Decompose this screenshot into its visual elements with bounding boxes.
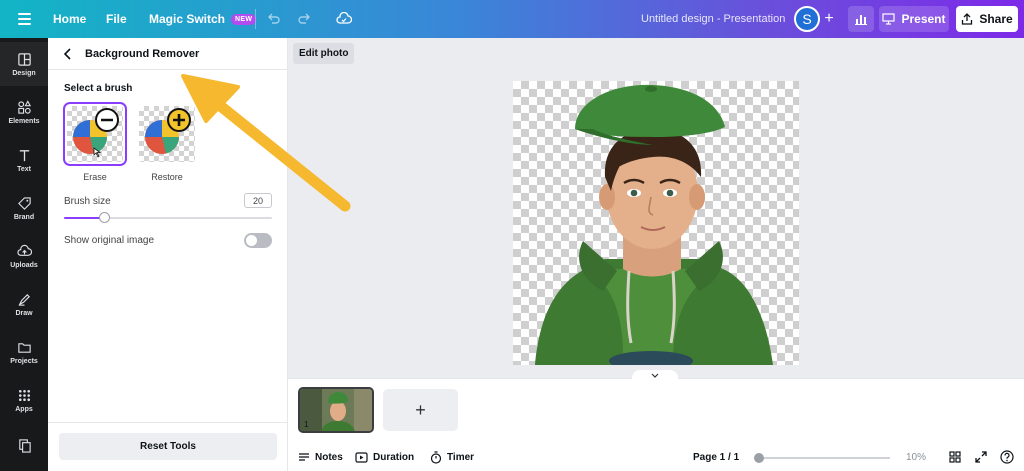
cloud-save-icon[interactable] xyxy=(335,0,353,38)
duration-button[interactable]: Duration xyxy=(355,446,414,468)
erase-label: Erase xyxy=(83,172,107,182)
chevron-down-icon xyxy=(651,373,659,378)
brush-section-label: Select a brush xyxy=(64,83,133,94)
thumbnail-image xyxy=(300,389,372,431)
redo-icon[interactable] xyxy=(296,0,312,38)
grid-view-icon[interactable] xyxy=(947,449,963,465)
file-menu[interactable]: File xyxy=(106,0,127,38)
brush-size-label: Brush size xyxy=(64,196,111,207)
present-button[interactable]: Present xyxy=(879,6,949,32)
share-icon xyxy=(962,13,973,25)
brush-size-slider[interactable] xyxy=(64,212,272,223)
panel-header: Background Remover xyxy=(48,38,288,70)
menu-icon[interactable] xyxy=(16,0,32,38)
avatar[interactable]: S xyxy=(794,6,820,32)
uploads-icon xyxy=(16,244,32,256)
boy-photo xyxy=(535,84,773,365)
rail-item-uploads[interactable]: Uploads xyxy=(0,234,48,278)
reset-tools-button[interactable]: Reset Tools xyxy=(59,433,277,460)
top-bar: Home File Magic Switch NEW Untitled desi… xyxy=(0,0,1024,38)
background-remover-panel: Background Remover Select a brush Erase … xyxy=(48,38,288,471)
zoom-slider-thumb[interactable] xyxy=(754,453,764,463)
duration-icon xyxy=(355,451,368,463)
timer-label: Timer xyxy=(447,451,475,463)
design-canvas[interactable] xyxy=(513,81,799,365)
collapse-pages-tab[interactable] xyxy=(632,370,678,380)
duration-label: Duration xyxy=(373,451,415,463)
edit-photo-button[interactable]: Edit photo xyxy=(293,43,355,64)
show-original-toggle[interactable] xyxy=(244,233,272,248)
notes-icon xyxy=(299,453,309,461)
show-original-label: Show original image xyxy=(64,235,155,246)
page-thumbnail[interactable] xyxy=(298,387,374,433)
present-label: Present xyxy=(901,12,946,26)
magic-switch-label: Magic Switch xyxy=(149,12,226,26)
add-collaborator-icon[interactable]: + xyxy=(820,9,838,29)
zoom-slider[interactable] xyxy=(754,453,890,463)
elements-icon xyxy=(17,99,31,114)
rail-item-more[interactable] xyxy=(0,430,48,460)
rail-item-draw[interactable]: Draw xyxy=(0,282,48,326)
apps-icon xyxy=(18,389,30,401)
back-icon[interactable] xyxy=(60,46,76,62)
toolbar-divider xyxy=(255,9,256,29)
slider-thumb[interactable] xyxy=(98,212,110,223)
magic-switch-menu[interactable]: Magic Switch NEW xyxy=(149,0,257,38)
add-page-button[interactable]: + xyxy=(383,389,458,431)
panel-divider xyxy=(48,422,288,423)
rail-label: Text xyxy=(17,165,31,173)
rail-label: Brand xyxy=(13,213,35,221)
page-indicator[interactable]: Page 1 / 1 xyxy=(693,446,739,468)
erase-brush-icon xyxy=(73,108,119,158)
rail-item-elements[interactable]: Elements xyxy=(0,90,48,134)
zoom-value[interactable]: 10% xyxy=(906,446,926,468)
rail-item-apps[interactable]: Apps xyxy=(0,378,48,422)
rail-label: Uploads xyxy=(10,261,38,269)
present-icon xyxy=(882,13,896,25)
timer-icon xyxy=(430,450,442,464)
fullscreen-icon[interactable] xyxy=(973,449,989,465)
toggle-knob xyxy=(246,235,257,246)
notes-button[interactable]: Notes xyxy=(298,446,343,468)
rail-label: Elements xyxy=(8,117,40,125)
erase-brush-option[interactable] xyxy=(63,102,127,166)
help-icon[interactable] xyxy=(999,449,1015,465)
restore-brush-icon xyxy=(145,108,191,154)
restore-brush-option[interactable] xyxy=(136,103,198,165)
slider-fill xyxy=(64,217,104,219)
design-icon xyxy=(17,52,31,66)
rail-label: Design xyxy=(12,69,36,77)
rail-item-text[interactable]: Text xyxy=(0,138,48,182)
rail-label: Apps xyxy=(15,405,33,413)
left-nav-rail: Design Elements Text Brand Uploads Draw … xyxy=(0,38,48,471)
panel-title: Background Remover xyxy=(85,48,200,60)
home-menu[interactable]: Home xyxy=(53,0,86,38)
projects-icon xyxy=(17,342,31,353)
notes-label: Notes xyxy=(315,451,343,463)
rail-label: Draw xyxy=(15,309,33,317)
design-title[interactable]: Untitled design - Presentation xyxy=(641,0,785,38)
draw-icon xyxy=(18,293,30,306)
rail-item-projects[interactable]: Projects xyxy=(0,330,48,374)
timer-button[interactable]: Timer xyxy=(430,446,474,468)
insights-button[interactable] xyxy=(848,6,874,32)
brand-icon xyxy=(17,196,31,210)
undo-icon[interactable] xyxy=(266,0,282,38)
rail-label: Projects xyxy=(10,357,38,365)
share-label: Share xyxy=(979,12,1013,26)
rail-item-design[interactable]: Design xyxy=(0,42,48,86)
restore-label: Restore xyxy=(151,172,183,182)
new-badge: NEW xyxy=(231,13,257,25)
page-number: 1 xyxy=(304,420,309,429)
copy-icon xyxy=(18,438,31,453)
bar-chart-icon xyxy=(855,15,867,25)
text-icon xyxy=(19,149,29,161)
share-button[interactable]: Share xyxy=(956,6,1018,32)
rail-item-brand[interactable]: Brand xyxy=(0,186,48,230)
brush-size-input[interactable]: 20 xyxy=(244,193,272,208)
